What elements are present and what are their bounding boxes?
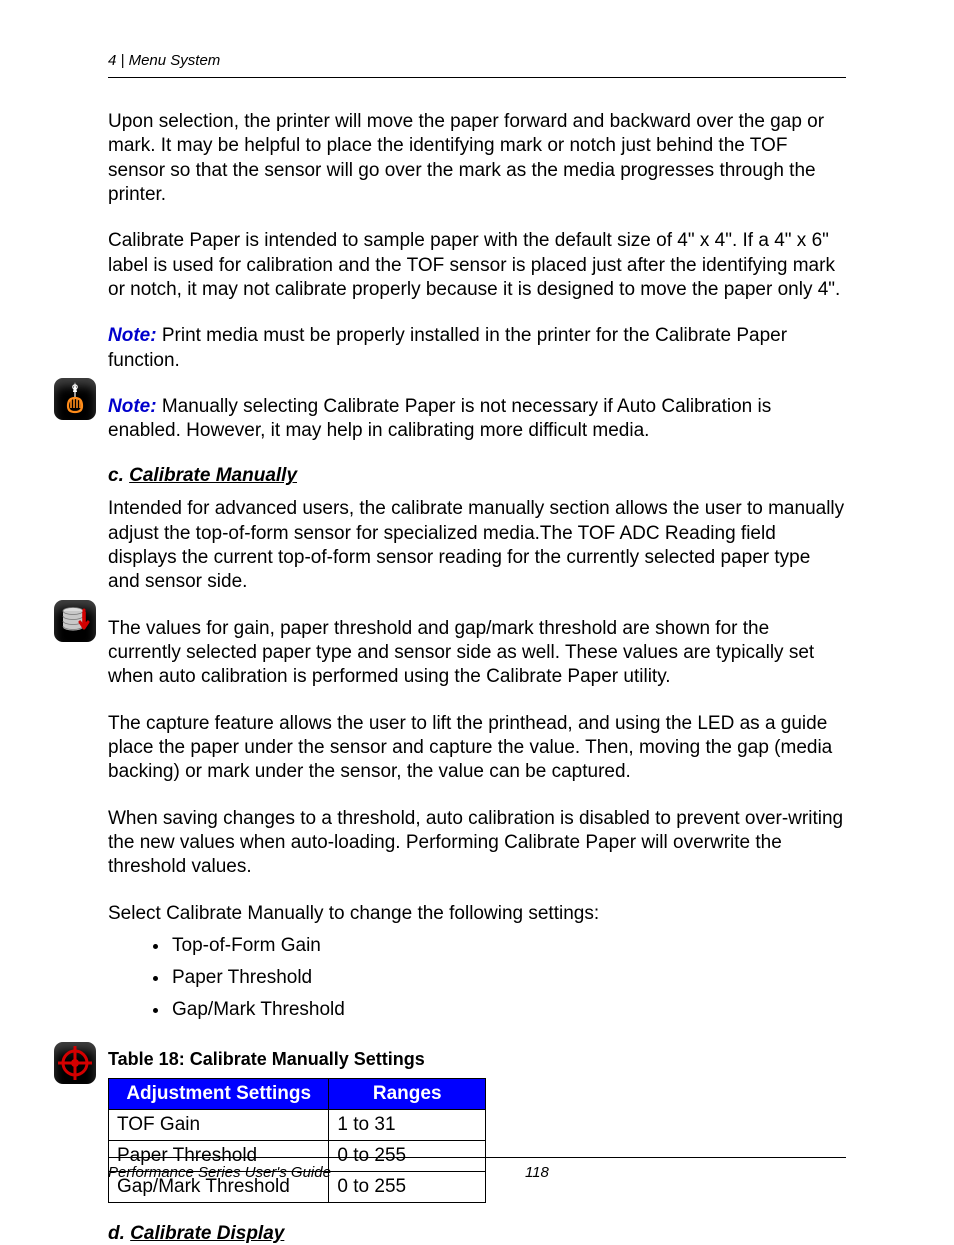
- table-cell: 1 to 31: [329, 1109, 486, 1140]
- paragraph: Intended for advanced users, the calibra…: [108, 497, 846, 594]
- header-rule: [108, 77, 846, 78]
- paragraph: Select Calibrate Manually to change the …: [108, 902, 846, 926]
- paragraph: When saving changes to a threshold, auto…: [108, 807, 846, 880]
- page-number: 118: [525, 1164, 549, 1181]
- note-label: Note:: [108, 325, 157, 346]
- settings-bullet-list: Top-of-Form Gain Paper Threshold Gap/Mar…: [108, 930, 846, 1027]
- table-caption: Table 18: Calibrate Manually Settings: [108, 1049, 846, 1070]
- note: Note: Manually selecting Calibrate Paper…: [108, 395, 846, 444]
- calibrate-manually-icon: [54, 378, 96, 420]
- page-footer: Performance Series User's Guide 118: [108, 1157, 846, 1181]
- note: Note: Print media must be properly insta…: [108, 324, 846, 373]
- paragraph: The values for gain, paper threshold and…: [108, 617, 846, 690]
- paragraph: Upon selection, the printer will move th…: [108, 110, 846, 207]
- section-heading-c: c. Calibrate Manually: [108, 465, 846, 487]
- page-header: 4 | Menu System: [108, 52, 846, 69]
- list-item: Gap/Mark Threshold: [170, 994, 846, 1026]
- footer-title: Performance Series User's Guide: [108, 1164, 331, 1181]
- list-item: Paper Threshold: [170, 962, 846, 994]
- footer-rule: [108, 1157, 846, 1158]
- paragraph: The capture feature allows the user to l…: [108, 712, 846, 785]
- calibrate-display-icon: [54, 1042, 96, 1084]
- paragraph: Calibrate Paper is intended to sample pa…: [108, 229, 846, 302]
- table-header-cell: Ranges: [329, 1078, 486, 1109]
- table-row: TOF Gain 1 to 31: [109, 1109, 486, 1140]
- table-header-cell: Adjustment Settings: [109, 1078, 329, 1109]
- document-page: 4 | Menu System: [0, 0, 954, 1235]
- capture-database-icon: [54, 600, 96, 642]
- list-item: Top-of-Form Gain: [170, 930, 846, 962]
- table-cell: TOF Gain: [109, 1109, 329, 1140]
- table-header-row: Adjustment Settings Ranges: [109, 1078, 486, 1109]
- note-label: Note:: [108, 396, 157, 417]
- chapter-title: Menu System: [129, 52, 221, 69]
- calibrate-manually-settings-table: Adjustment Settings Ranges TOF Gain 1 to…: [108, 1078, 486, 1203]
- section-heading-d: d. Calibrate Display: [108, 1223, 846, 1245]
